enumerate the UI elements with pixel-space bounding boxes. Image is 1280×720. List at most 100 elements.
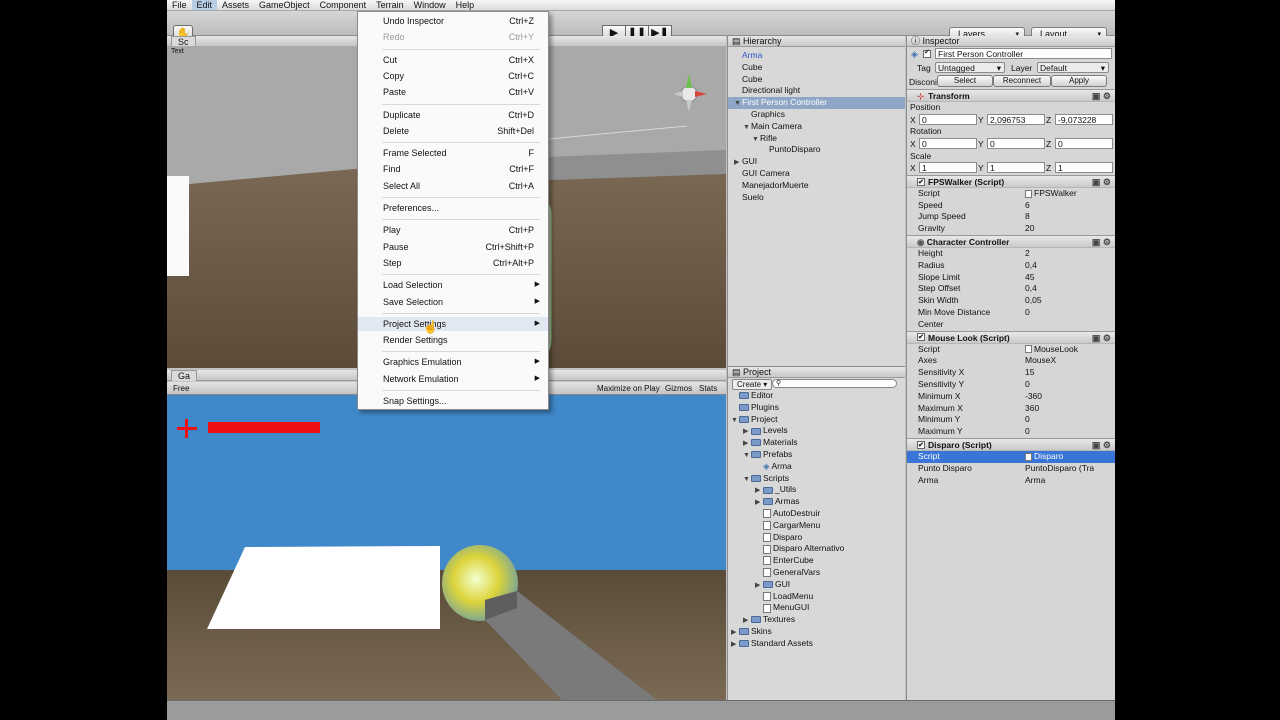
scale-y-field[interactable]: 1 xyxy=(987,162,1045,174)
project-item[interactable]: MenuGUI xyxy=(728,602,905,614)
collapse-arrow-icon[interactable]: ▶ xyxy=(731,639,739,651)
menu-edit[interactable]: Edit xyxy=(191,0,218,10)
enabled-checkbox[interactable] xyxy=(917,439,925,452)
menu-help[interactable]: Help xyxy=(451,0,480,10)
character_controller-header[interactable]: ◉ Character Controller ▣ ⚙ xyxy=(907,235,1115,249)
search-input[interactable]: ⚲ xyxy=(772,379,897,388)
menu-item-paste[interactable]: Paste Ctrl+V xyxy=(358,85,548,99)
project-item[interactable]: GeneralVars xyxy=(728,567,905,579)
rotation-z-field[interactable]: 0 xyxy=(1055,138,1113,150)
property-row[interactable]: Axes MouseX xyxy=(907,355,1115,367)
hierarchy-item[interactable]: Cube xyxy=(728,62,905,74)
position-y-field[interactable]: 2,096753 xyxy=(987,113,1045,125)
property-row[interactable]: Slope Limit 45 xyxy=(907,272,1115,284)
menu-item-copy[interactable]: Copy Ctrl+C xyxy=(358,69,548,83)
menu-file[interactable]: File xyxy=(167,0,192,10)
enabled-checkbox[interactable] xyxy=(917,176,925,189)
active-checkbox[interactable] xyxy=(923,48,931,58)
property-row[interactable]: Script Disparo xyxy=(907,451,1115,463)
project-item[interactable]: ◈ Arma xyxy=(728,461,905,473)
property-row[interactable]: Center xyxy=(907,319,1115,331)
menu-terrain[interactable]: Terrain xyxy=(371,0,409,10)
disparo-header[interactable]: Disparo (Script)▣ ⚙ xyxy=(907,438,1115,452)
menu-item-undo-inspector[interactable]: Undo Inspector Ctrl+Z xyxy=(358,14,548,28)
tab-inspector[interactable]: ⓘ Inspector xyxy=(911,36,960,46)
property-row[interactable]: Minimum X -360 xyxy=(907,391,1115,403)
menu-item-step[interactable]: Step Ctrl+Alt+P xyxy=(358,256,548,270)
hierarchy-item[interactable]: GUI Camera xyxy=(728,168,905,180)
aspect-dropdown[interactable]: Free xyxy=(173,384,189,393)
tab-project[interactable]: ▤ Project xyxy=(732,367,771,377)
select-button[interactable]: Select xyxy=(937,75,993,87)
menu-window[interactable]: Window xyxy=(409,0,451,10)
project-item[interactable]: ▶ Skins xyxy=(728,626,905,638)
scale-x-field[interactable]: 1 xyxy=(919,162,977,174)
project-item[interactable]: Disparo Alternativo xyxy=(728,543,905,555)
property-row[interactable]: Maximum Y 0 xyxy=(907,426,1115,438)
menu-item-pause[interactable]: Pause Ctrl+Shift+P xyxy=(358,240,548,254)
expand-arrow-icon[interactable]: ▼ xyxy=(734,98,742,110)
menu-item-delete[interactable]: Delete Shift+Del xyxy=(358,124,548,138)
project-item[interactable]: ▶ GUI xyxy=(728,579,905,591)
scale-z-field[interactable]: 1 xyxy=(1055,162,1113,174)
menu-item-save-selection[interactable]: Save Selection ▶ xyxy=(358,295,548,309)
project-item[interactable]: AutoDestruir xyxy=(728,508,905,520)
menu-item-graphics-emulation[interactable]: Graphics Emulation ▶ xyxy=(358,355,548,369)
tab-hierarchy[interactable]: ▤ Hierarchy xyxy=(732,36,782,46)
project-item[interactable]: ▼ Prefabs xyxy=(728,449,905,461)
menu-assets[interactable]: Assets xyxy=(217,0,254,10)
hierarchy-item[interactable]: ▼Main Camera xyxy=(728,121,905,133)
menu-component[interactable]: Component xyxy=(315,0,372,10)
hierarchy-item[interactable]: Arma xyxy=(728,50,905,62)
tab-game[interactable]: Ga xyxy=(171,370,198,381)
property-row[interactable]: Script FPSWalker xyxy=(907,188,1115,200)
project-item[interactable]: ▼ Scripts xyxy=(728,473,905,485)
menu-item-redo[interactable]: Redo Ctrl+Y xyxy=(358,30,548,44)
hierarchy-item[interactable]: ▼First Person Controller xyxy=(728,97,905,109)
menu-item-network-emulation[interactable]: Network Emulation ▶ xyxy=(358,372,548,386)
hierarchy-item[interactable]: PuntoDisparo xyxy=(728,144,905,156)
menu-item-cut[interactable]: Cut Ctrl+X xyxy=(358,53,548,67)
project-item[interactable]: ▶ Standard Assets xyxy=(728,638,905,650)
hierarchy-item[interactable]: ▶ GUI xyxy=(728,156,905,168)
property-row[interactable]: Skin Width 0,05 xyxy=(907,295,1115,307)
maximize-on-play-button[interactable]: Maximize on Play xyxy=(597,384,660,393)
project-item[interactable]: CargarMenu xyxy=(728,520,905,532)
property-row[interactable]: Speed 6 xyxy=(907,200,1115,212)
project-item[interactable]: ▶ Materials xyxy=(728,437,905,449)
menu-item-play[interactable]: Play Ctrl+P xyxy=(358,223,548,237)
scene-draw-mode[interactable]: Text xyxy=(171,48,184,55)
project-item[interactable]: ▶ Textures xyxy=(728,614,905,626)
menu-item-duplicate[interactable]: Duplicate Ctrl+D xyxy=(358,108,548,122)
property-row[interactable]: Sensitivity X 15 xyxy=(907,367,1115,379)
stats-button[interactable]: Stats xyxy=(699,384,717,393)
menu-item-preferences[interactable]: Preferences... xyxy=(358,201,548,215)
menu-item-snap-settings[interactable]: Snap Settings... xyxy=(358,394,548,408)
property-row[interactable]: Sensitivity Y 0 xyxy=(907,379,1115,391)
menu-gameobject[interactable]: GameObject xyxy=(254,0,315,10)
project-item[interactable]: ▶ Armas xyxy=(728,496,905,508)
layer-dropdown[interactable]: Default ▾ xyxy=(1037,62,1109,73)
disconnect-button[interactable]: Disconi xyxy=(909,77,937,87)
property-row[interactable]: Step Offset 0,4 xyxy=(907,283,1115,295)
menu-item-frame-selected[interactable]: Frame Selected F xyxy=(358,146,548,160)
project-item[interactable]: ▶ _Utils xyxy=(728,484,905,496)
rotation-y-field[interactable]: 0 xyxy=(987,138,1045,150)
property-row[interactable]: Height 2 xyxy=(907,248,1115,260)
property-row[interactable]: Gravity 20 xyxy=(907,223,1115,235)
object-name-field[interactable]: First Person Controller xyxy=(935,48,1112,59)
hierarchy-item[interactable]: Graphics xyxy=(728,109,905,121)
enabled-checkbox[interactable] xyxy=(917,331,925,344)
hierarchy-item[interactable]: ▼Rifle xyxy=(728,133,905,145)
project-item[interactable]: EnterCube xyxy=(728,555,905,567)
project-item[interactable]: Plugins xyxy=(728,402,905,414)
create-button[interactable]: Create ▾ xyxy=(732,379,773,390)
menu-item-load-selection[interactable]: Load Selection ▶ xyxy=(358,278,548,292)
tag-dropdown[interactable]: Untagged ▾ xyxy=(935,62,1005,73)
menu-item-render-settings[interactable]: Render Settings xyxy=(358,333,548,347)
expand-arrow-icon[interactable]: ▼ xyxy=(743,122,751,134)
hierarchy-item[interactable]: Suelo xyxy=(728,192,905,204)
fpswalker-header[interactable]: FPSWalker (Script)▣ ⚙ xyxy=(907,174,1115,189)
hierarchy-item[interactable]: Directional light xyxy=(728,85,905,97)
project-item[interactable]: Disparo xyxy=(728,532,905,544)
